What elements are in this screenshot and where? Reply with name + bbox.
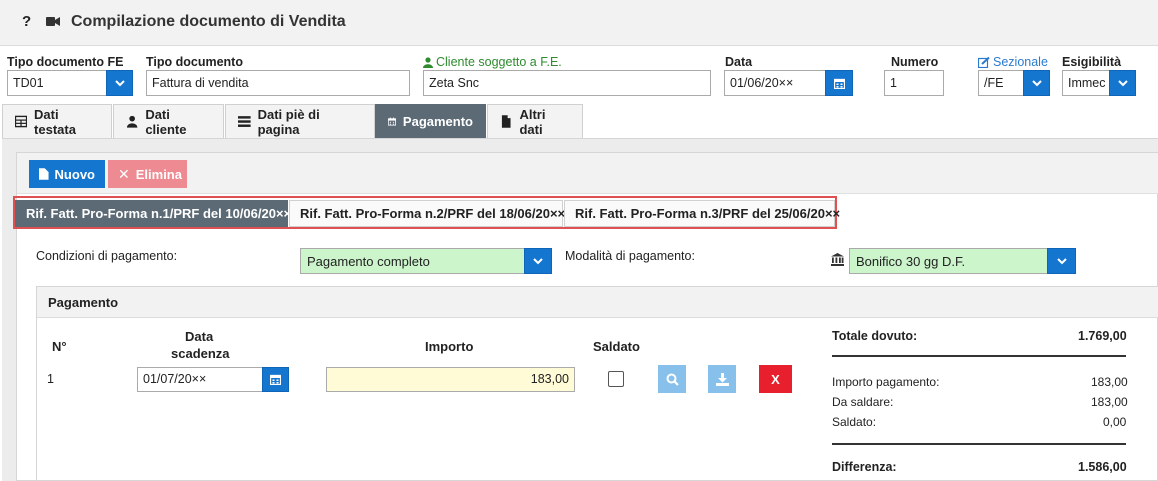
esigibilita-label: Esigibilità <box>1062 55 1122 69</box>
user-icon <box>423 56 433 68</box>
edit-icon <box>978 56 990 68</box>
chevron-down-icon <box>1031 80 1042 87</box>
tab-dati-testata[interactable]: Dati testata <box>2 104 112 138</box>
row-date-input[interactable]: 01/07/20×× <box>137 367 263 392</box>
tipo-doc-label: Tipo documento <box>146 55 243 69</box>
sezionale-dropdown-button[interactable] <box>1023 70 1050 96</box>
data-calendar-button[interactable] <box>825 70 853 96</box>
list-icon <box>238 116 251 127</box>
search-icon <box>666 373 679 386</box>
tab-dati-pie-di-pagina[interactable]: Dati piè di pagina <box>225 104 375 138</box>
chevron-down-icon <box>114 80 125 87</box>
cond-dropdown-button[interactable] <box>524 248 552 274</box>
sezionale-label[interactable]: Sezionale <box>993 55 1048 69</box>
summary-divider <box>832 443 1126 445</box>
calendar-icon <box>833 78 845 89</box>
file-icon <box>39 168 49 180</box>
cond-select[interactable]: Pagamento completo <box>300 248 525 274</box>
esigibilita-dropdown-button[interactable] <box>1109 70 1136 96</box>
tipo-fe-select[interactable]: TD01 <box>7 70 107 96</box>
tab-altri-dati[interactable]: Altri dati <box>487 104 583 138</box>
cliente-input[interactable]: Zeta Snc <box>423 70 711 96</box>
cond-label: Condizioni di pagamento: <box>36 249 178 263</box>
saldato-label: Saldato: <box>832 415 877 429</box>
new-button[interactable]: Nuovo <box>29 160 105 188</box>
numero-input[interactable]: 1 <box>884 70 944 96</box>
col-saldato-header: Saldato <box>593 339 640 354</box>
tab-label: Dati cliente <box>145 106 187 137</box>
user-icon <box>126 115 138 128</box>
new-button-label: Nuovo <box>54 166 95 182</box>
calendar-icon <box>388 117 396 126</box>
tipo-fe-label: Tipo documento FE <box>7 55 124 69</box>
pagamento-box-header <box>37 287 1158 318</box>
col-data-header-1: Data <box>185 329 214 344</box>
chevron-down-icon <box>533 258 543 265</box>
table-icon <box>15 115 28 128</box>
toolbar <box>17 153 1158 194</box>
importo-pagamento-value: 183,00 <box>1091 375 1128 389</box>
pagamento-title: Pagamento <box>48 295 119 310</box>
tab-label: Dati piè di pagina <box>257 106 320 137</box>
data-label: Data <box>725 55 753 69</box>
row-number: 1 <box>47 372 54 386</box>
mode-dropdown-button[interactable] <box>1047 248 1076 274</box>
sezionale-link[interactable]: Sezionale <box>978 55 1048 69</box>
saldato-value: 0,00 <box>1103 415 1127 429</box>
delete-button[interactable]: ✕ Elimina <box>108 160 187 188</box>
mode-select[interactable]: Bonifico 30 gg D.F. <box>849 248 1048 274</box>
bank-icon <box>831 253 844 266</box>
tab-dati-cliente[interactable]: Dati cliente <box>113 104 224 138</box>
importo-pagamento-label: Importo pagamento: <box>832 375 940 389</box>
mode-label: Modalità di pagamento: <box>565 249 695 263</box>
subtab-proforma-2[interactable]: Rif. Fatt. Pro-Forma n.2/PRF del 18/06/2… <box>289 200 565 227</box>
col-importo-header: Importo <box>425 339 474 354</box>
differenza-value: 1.586,00 <box>1078 460 1127 474</box>
summary-divider <box>832 355 1126 357</box>
chevron-down-icon <box>1117 80 1128 87</box>
video-camera-icon[interactable] <box>46 16 60 27</box>
subtab-proforma-1[interactable]: Rif. Fatt. Pro-Forma n.1/PRF del 10/06/2… <box>15 200 291 227</box>
totale-label: Totale dovuto: <box>832 329 918 343</box>
tab-label: Dati testata <box>34 106 76 137</box>
da-saldare-value: 183,00 <box>1091 395 1128 409</box>
tab-pagamento[interactable]: Pagamento <box>375 104 486 138</box>
tipo-fe-dropdown-button[interactable] <box>106 70 133 96</box>
delete-button-label: Elimina <box>135 166 182 182</box>
cliente-label-group: Cliente soggetto a F.E. <box>423 55 562 69</box>
download-icon <box>715 372 729 386</box>
differenza-label: Differenza: <box>832 460 897 474</box>
cliente-label: Cliente soggetto a F.E. <box>436 55 562 69</box>
chevron-down-icon <box>1056 258 1067 265</box>
download-button[interactable] <box>708 365 736 393</box>
help-icon[interactable]: ? <box>22 13 31 30</box>
delete-row-button[interactable]: X <box>759 365 792 393</box>
row-amount-input[interactable]: 183,00 <box>326 367 575 392</box>
calendar-icon <box>270 374 281 385</box>
tab-label: Altri dati <box>519 106 546 137</box>
search-button[interactable] <box>658 365 686 393</box>
row-date-calendar-button[interactable] <box>262 367 289 392</box>
subtab-proforma-3[interactable]: Rif. Fatt. Pro-Forma n.3/PRF del 25/06/2… <box>564 200 840 227</box>
data-input[interactable]: 01/06/20×× <box>724 70 826 96</box>
totale-value: 1.769,00 <box>1078 329 1127 343</box>
esigibilita-select[interactable]: Immec <box>1062 70 1110 96</box>
tipo-doc-input[interactable]: Fattura di vendita <box>146 70 410 96</box>
saldato-checkbox[interactable] <box>608 371 624 387</box>
close-icon: ✕ <box>118 165 130 182</box>
col-data-header-2: scadenza <box>171 346 230 361</box>
col-n-header: N° <box>52 339 67 354</box>
file-icon <box>501 115 511 128</box>
da-saldare-label: Da saldare: <box>832 395 894 409</box>
tab-label: Pagamento <box>402 114 473 129</box>
page-title: Compilazione documento di Vendita <box>71 13 346 30</box>
title-bar: ? Compilazione documento di Vendita <box>0 0 1158 46</box>
numero-label: Numero <box>891 55 939 69</box>
sezionale-select[interactable]: /FE <box>978 70 1024 96</box>
